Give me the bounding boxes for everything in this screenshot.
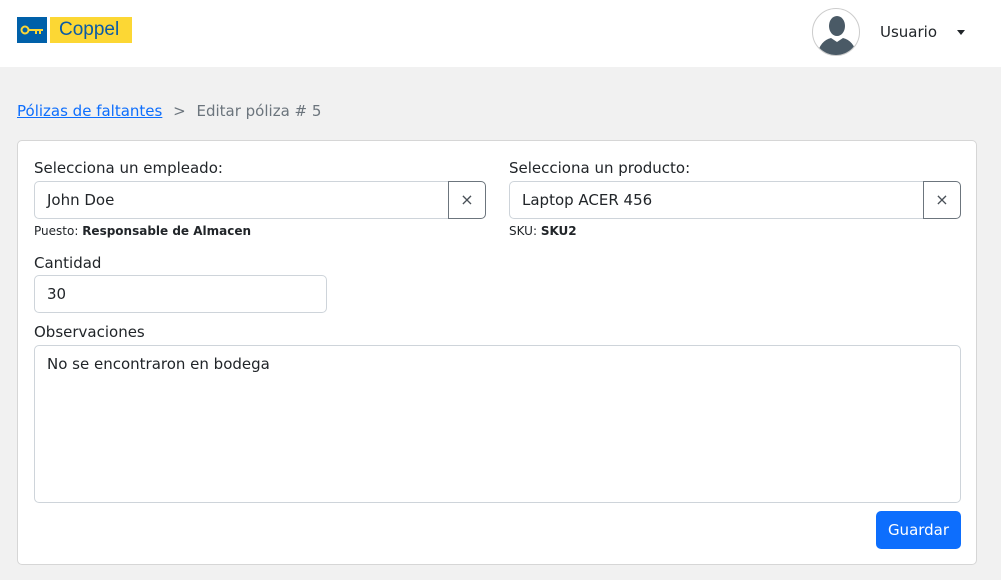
user-menu-label[interactable]: Usuario [880, 23, 937, 41]
puesto-label: Puesto: [34, 224, 79, 238]
product-input[interactable]: Laptop ACER 456 [509, 181, 924, 219]
key-icon [17, 17, 47, 43]
breadcrumb: Pólizas de faltantes > Editar póliza # 5 [17, 102, 321, 120]
logo-text: Coppel [50, 17, 132, 43]
clear-employee-button[interactable]: × [448, 181, 486, 219]
sku-info: SKU: SKU2 [509, 224, 577, 238]
clear-product-button[interactable]: × [923, 181, 961, 219]
puesto-info: Puesto: Responsable de Almacen [34, 224, 251, 238]
sku-value: SKU2 [540, 224, 577, 238]
caret-down-icon[interactable] [957, 30, 965, 35]
breadcrumb-separator: > [173, 102, 186, 120]
quantity-input[interactable]: 30 [34, 275, 327, 313]
policy-form-card: Selecciona un empleado: John Doe × Puest… [17, 140, 977, 565]
breadcrumb-parent-link[interactable]: Pólizas de faltantes [17, 102, 162, 120]
quantity-label: Cantidad [34, 254, 102, 272]
puesto-value: Responsable de Almacen [82, 224, 252, 238]
notes-label: Observaciones [34, 323, 145, 341]
product-select[interactable]: Laptop ACER 456 × [509, 181, 961, 219]
notes-textarea[interactable]: No se encontraron en bodega [34, 345, 961, 503]
user-silhouette-icon [817, 16, 857, 55]
breadcrumb-current: Editar póliza # 5 [196, 102, 322, 120]
coppel-logo[interactable]: Coppel [17, 17, 132, 43]
user-avatar[interactable] [812, 8, 860, 56]
employee-select[interactable]: John Doe × [34, 181, 486, 219]
sku-label: SKU: [509, 224, 537, 238]
employee-input[interactable]: John Doe [34, 181, 449, 219]
employee-label: Selecciona un empleado: [34, 159, 223, 177]
save-button[interactable]: Guardar [876, 511, 961, 549]
product-label: Selecciona un producto: [509, 159, 691, 177]
top-navbar: Coppel Usuario [0, 0, 1001, 67]
